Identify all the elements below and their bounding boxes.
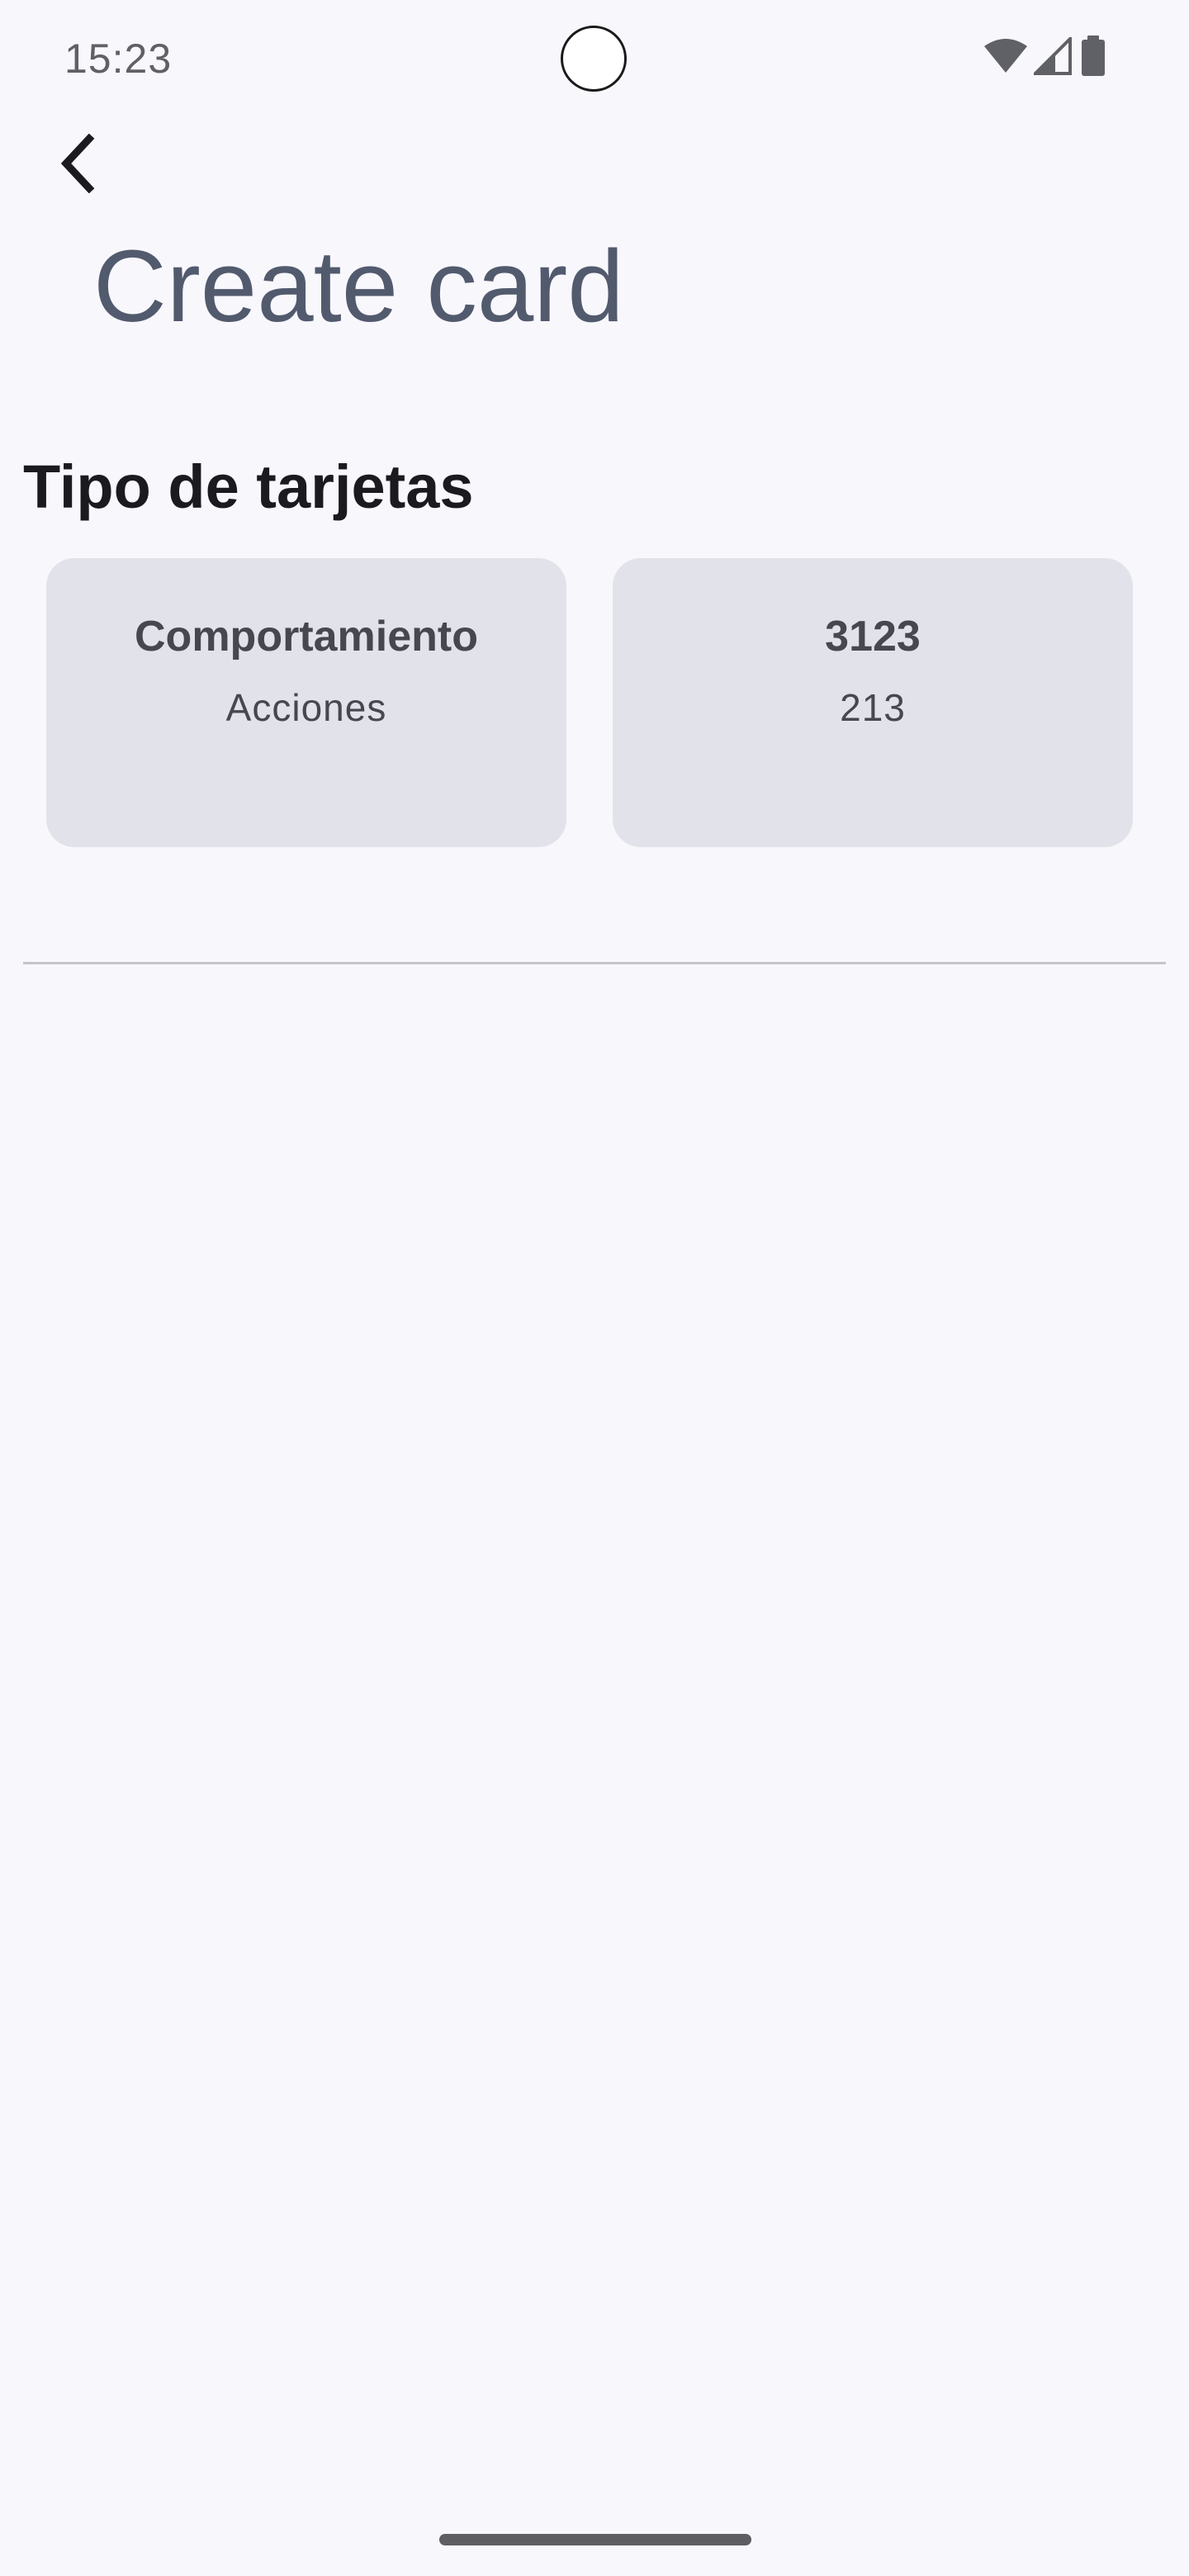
status-time: 15:23 — [64, 36, 173, 82]
card-type-option[interactable]: Comportamiento Acciones — [46, 558, 566, 847]
chevron-left-icon — [53, 133, 102, 197]
wifi-icon — [983, 38, 1029, 78]
battery-icon — [1077, 35, 1110, 81]
status-bar: 15:23 — [0, 0, 1189, 124]
section-title: Tipo de tarjetas — [23, 452, 474, 521]
page-title: Create card — [93, 230, 624, 343]
card-subtitle: 213 — [840, 686, 906, 730]
back-button[interactable] — [43, 130, 112, 200]
camera-cutout — [561, 26, 627, 92]
card-title: Comportamiento — [135, 613, 478, 661]
signal-icon — [1031, 34, 1072, 79]
card-title: 3123 — [825, 613, 921, 661]
home-indicator[interactable] — [439, 2534, 751, 2545]
divider — [23, 962, 1166, 964]
status-icons — [983, 34, 1110, 81]
card-type-list: Comportamiento Acciones 3123 213 — [46, 558, 1133, 847]
card-subtitle: Acciones — [225, 686, 387, 730]
card-type-option[interactable]: 3123 213 — [613, 558, 1133, 847]
